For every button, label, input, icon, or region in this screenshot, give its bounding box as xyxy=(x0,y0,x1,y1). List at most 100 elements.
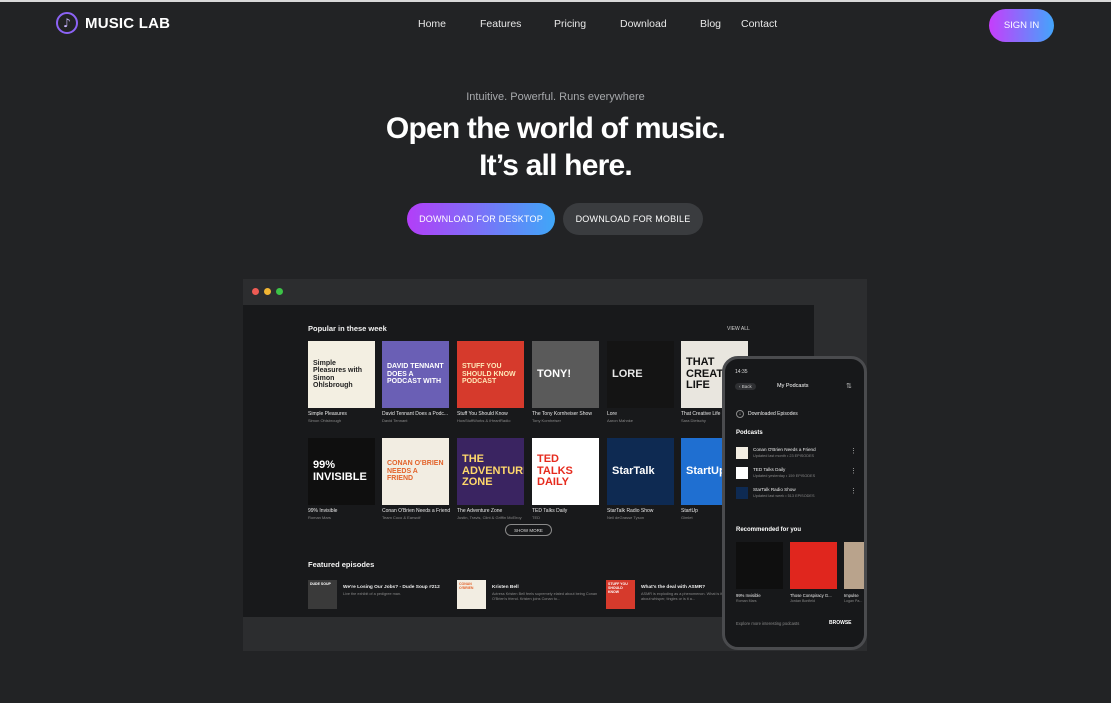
show-more-button[interactable]: SHOW MORE xyxy=(505,524,552,536)
podcast-title[interactable]: David Tennant Does a Podc... xyxy=(382,411,448,417)
episode-thumbnail[interactable]: CONAN O'BRIEN xyxy=(457,580,486,609)
minimize-dot-icon[interactable] xyxy=(264,288,271,295)
sign-in-button[interactable]: SIGN IN xyxy=(989,9,1054,42)
episode-title[interactable]: We're Losing Our Jobs? - Dude Soup #212 xyxy=(343,585,440,590)
mobile-app-mockup: 14:35 ‹ Back My Podcasts ⇅ ↓ Downloaded … xyxy=(722,356,867,650)
podcast-cover-art: THE ADVENTURE ZONE xyxy=(462,453,524,489)
mobile-podcast-meta: Updated yesterday • 159 EPISODES xyxy=(753,474,816,478)
nav-download[interactable]: Download xyxy=(620,18,667,30)
podcast-cover[interactable]: TONY! xyxy=(532,341,599,408)
recommended-title[interactable]: Those Conspiracy G... xyxy=(790,593,832,598)
podcast-cover[interactable]: Simple Pleasures with Simon Ohlsbrough xyxy=(308,341,375,408)
popular-section-title: Popular in these week xyxy=(308,324,387,333)
recommended-author: Logan Pa... xyxy=(844,599,863,603)
explore-text: Explore more interesting podcasts xyxy=(736,621,800,626)
episode-title[interactable]: Kristen Bell xyxy=(492,585,519,590)
podcast-cover[interactable]: TED TALKS DAILY xyxy=(532,438,599,505)
downloaded-episodes-link[interactable]: Downloaded Episodes xyxy=(748,411,798,417)
nav-pricing[interactable]: Pricing xyxy=(554,18,586,30)
recommended-author: Jordan Bonfield xyxy=(790,599,815,603)
more-options-icon[interactable]: ⋮ xyxy=(850,467,857,475)
podcast-cover-art: LORE xyxy=(612,367,643,380)
podcast-cover-art: Simple Pleasures with Simon Ohlsbrough xyxy=(313,359,363,389)
top-navigation-bar: ♪ MUSIC LAB Home Features Pricing Downlo… xyxy=(0,2,1111,48)
mobile-podcast-meta: Updated last week • 513 EPISODES xyxy=(753,494,815,498)
podcast-author: Simon Ohlsbrough xyxy=(308,418,342,423)
back-label: Back xyxy=(741,384,752,389)
more-options-icon[interactable]: ⋮ xyxy=(850,487,857,495)
download-desktop-button[interactable]: DOWNLOAD FOR DESKTOP xyxy=(407,203,555,235)
nav-home[interactable]: Home xyxy=(418,18,446,30)
podcast-author: HowStuffWorks & iHeartRadio xyxy=(457,418,511,423)
podcast-author: David Tennant xyxy=(382,418,408,423)
hero-headline-line1: Open the world of music. xyxy=(385,112,726,145)
download-circle-icon: ↓ xyxy=(736,410,744,418)
podcast-cover-art: TED TALKS DAILY xyxy=(537,453,573,489)
podcast-author: Team Coco & Earwolf xyxy=(382,515,421,520)
podcast-cover-art: StarTalk xyxy=(612,464,655,477)
podcast-title[interactable]: StarTalk Radio Show xyxy=(607,508,653,514)
recommended-title[interactable]: Impulse xyxy=(844,593,859,598)
hero-headline: Open the world of music. It’s all here. xyxy=(0,110,1111,184)
podcast-author: Tony Kornheiser xyxy=(532,418,561,423)
recommended-author: Roman Mars xyxy=(736,599,757,603)
mobile-title: My Podcasts xyxy=(777,383,809,389)
sort-icon[interactable]: ⇅ xyxy=(846,382,852,390)
podcast-title[interactable]: Stuff You Should Know xyxy=(457,411,508,417)
maximize-dot-icon[interactable] xyxy=(276,288,283,295)
podcast-title[interactable]: StartUp xyxy=(681,508,698,514)
podcast-thumbnail[interactable] xyxy=(736,467,748,479)
podcasts-section-title: Podcasts xyxy=(736,430,763,436)
view-all-link[interactable]: VIEW ALL xyxy=(727,326,750,332)
podcast-title[interactable]: The Tony Kornheiser Show xyxy=(532,411,592,417)
recommended-title[interactable]: 99% Invisible xyxy=(736,593,761,598)
mobile-podcast-title[interactable]: TED Talks Daily xyxy=(753,467,785,472)
podcast-author: Gimlet xyxy=(681,515,693,520)
podcast-cover[interactable]: THE ADVENTURE ZONE xyxy=(457,438,524,505)
podcast-title[interactable]: Simple Pleasures xyxy=(308,411,347,417)
mobile-podcast-meta: Updated last month • 23 EPISODES xyxy=(753,454,815,458)
podcast-author: Sara Dietschy xyxy=(681,418,706,423)
nav-blog[interactable]: Blog xyxy=(700,18,721,30)
hero-headline-line2: It’s all here. xyxy=(479,149,633,182)
podcast-title[interactable]: The Adventure Zone xyxy=(457,508,502,514)
browse-button[interactable]: BROWSE xyxy=(829,620,852,626)
episode-title[interactable]: What's the deal with ASMR? xyxy=(641,585,705,590)
episode-description: Live the exhibit of a pedigree man. xyxy=(343,592,402,596)
podcast-author: Roman Mars xyxy=(308,515,331,520)
podcast-cover[interactable]: STUFF YOU SHOULD KNOW PODCAST xyxy=(457,341,524,408)
episode-thumbnail[interactable]: DUDE SOUP xyxy=(308,580,337,609)
podcast-cover[interactable]: LORE xyxy=(607,341,674,408)
podcast-cover-art: 99% INVISIBLE xyxy=(313,458,367,483)
nav-contact[interactable]: Contact xyxy=(741,18,777,30)
mobile-podcast-title[interactable]: StarTalk Radio Show xyxy=(753,487,796,492)
back-button[interactable]: ‹ Back xyxy=(735,383,756,390)
podcast-title[interactable]: 99% Invisible xyxy=(308,508,337,514)
podcast-author: Justin, Travis, Clint & Griffin McElroy xyxy=(457,515,522,520)
episode-thumbnail[interactable]: STUFF YOU SHOULD KNOW xyxy=(606,580,635,609)
podcast-cover-art: STUFF YOU SHOULD KNOW PODCAST xyxy=(462,363,516,386)
podcast-title[interactable]: Lore xyxy=(607,411,617,417)
podcast-title[interactable]: That Creative Life xyxy=(681,411,720,417)
close-dot-icon[interactable] xyxy=(252,288,259,295)
recommended-cover[interactable] xyxy=(844,542,864,589)
podcast-thumbnail[interactable] xyxy=(736,487,748,499)
podcast-cover[interactable]: DAVID TENNANT DOES A PODCAST WITH xyxy=(382,341,449,408)
podcast-title[interactable]: Conan O'Brien Needs a Friend xyxy=(382,508,450,514)
podcast-author: Neil deGrasse Tyson xyxy=(607,515,645,520)
podcast-cover[interactable]: 99% INVISIBLE xyxy=(308,438,375,505)
recommended-cover[interactable] xyxy=(736,542,783,589)
podcast-thumbnail[interactable] xyxy=(736,447,748,459)
more-options-icon[interactable]: ⋮ xyxy=(850,447,857,455)
podcast-cover[interactable]: CONAN O'BRIEN NEEDS A FRIEND xyxy=(382,438,449,505)
nav-features[interactable]: Features xyxy=(480,18,521,30)
podcast-cover-art: CONAN O'BRIEN NEEDS A FRIEND xyxy=(387,460,444,483)
recommended-cover[interactable] xyxy=(790,542,837,589)
download-mobile-button[interactable]: DOWNLOAD FOR MOBILE xyxy=(563,203,703,235)
mobile-podcast-title[interactable]: Conan O'Brien Needs a Friend xyxy=(753,447,816,452)
podcast-cover-art: TONY! xyxy=(537,367,572,380)
window-controls xyxy=(252,288,283,295)
podcast-author: TED xyxy=(532,515,540,520)
podcast-cover[interactable]: StarTalk xyxy=(607,438,674,505)
podcast-title[interactable]: TED Talks Daily xyxy=(532,508,567,514)
